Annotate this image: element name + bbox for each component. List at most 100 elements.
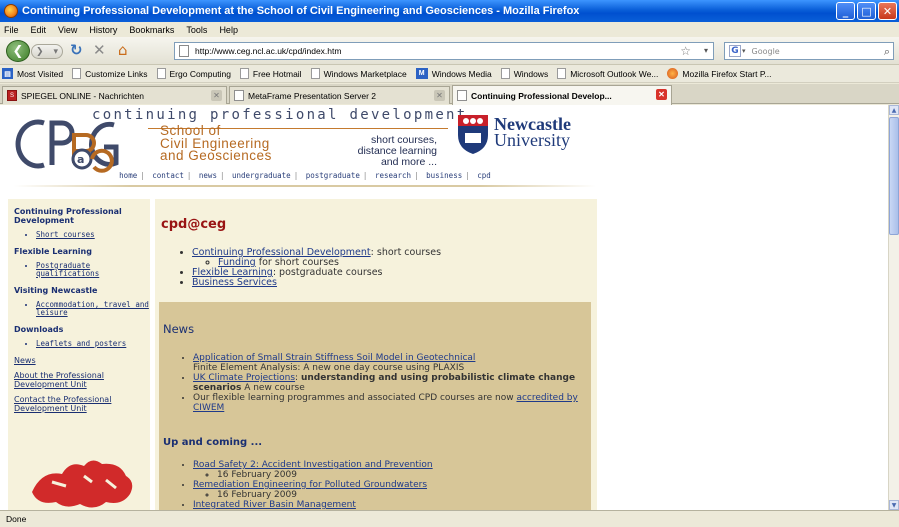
sidebar-link-news[interactable]: News: [14, 356, 150, 365]
search-engine-dropdown-icon[interactable]: ▾: [742, 47, 746, 55]
school-line: and Geosciences: [160, 148, 272, 163]
sidebar-item-short-courses[interactable]: Short courses: [36, 231, 150, 239]
news-link-climate[interactable]: UK Climate Projections: [193, 373, 295, 383]
bookmarks-toolbar: ▤ Most Visited Customize Links Ergo Compu…: [0, 65, 899, 83]
menu-edit[interactable]: Edit: [31, 25, 47, 35]
search-icon[interactable]: ⌕: [884, 45, 890, 59]
menu-bar: File Edit View History Bookmarks Tools H…: [0, 22, 899, 37]
upcoming-link-road-safety[interactable]: Road Safety 2: Accident Investigation an…: [193, 460, 433, 470]
link-business-services[interactable]: Business Services: [192, 277, 277, 288]
nav-business[interactable]: business: [426, 171, 462, 180]
sidebar-link-contact[interactable]: Contact the Professional Development Uni…: [14, 395, 150, 413]
sidebar-heading-visiting[interactable]: Visiting Newcastle: [14, 286, 150, 295]
scrollbar-thumb[interactable]: [889, 117, 899, 235]
bookmark-star-icon[interactable]: ☆: [680, 44, 691, 58]
university-shield-icon: [458, 115, 488, 154]
sidebar-heading-cpd[interactable]: Continuing Professional Development: [14, 207, 150, 225]
reload-icon[interactable]: ↻: [70, 43, 83, 58]
upcoming-list: Road Safety 2: Accident Investigation an…: [179, 460, 589, 510]
bookmark-free-hotmail[interactable]: Free Hotmail: [239, 68, 302, 79]
menu-file[interactable]: File: [4, 25, 19, 35]
vertical-scrollbar[interactable]: ▲ ▼: [888, 105, 899, 510]
menu-view[interactable]: View: [58, 25, 77, 35]
address-bar[interactable]: http://www.ceg.ncl.ac.uk/cpd/index.htm ☆…: [174, 42, 714, 60]
forward-button[interactable]: ❯ ▾: [31, 44, 63, 59]
news-heading: News: [163, 322, 195, 336]
bookmark-ergo-computing[interactable]: Ergo Computing: [156, 68, 231, 79]
scroll-up-icon[interactable]: ▲: [889, 105, 899, 115]
maximize-button[interactable]: □: [857, 2, 876, 20]
page-icon: [500, 68, 510, 79]
upcoming-link-river-basin[interactable]: Integrated River Basin Management: [193, 500, 356, 510]
sidebar-heading-downloads[interactable]: Downloads: [14, 325, 150, 334]
header-subtagline: short courses, distance learning and mor…: [322, 135, 437, 168]
tab-metaframe[interactable]: MetaFrame Presentation Server 2 ✕: [229, 86, 450, 104]
nav-postgraduate[interactable]: postgraduate: [306, 171, 360, 180]
page-icon: [557, 68, 567, 79]
nav-news[interactable]: news: [199, 171, 217, 180]
newcastle-university-logo[interactable]: Newcastle University: [456, 113, 596, 163]
sidebar: Continuing Professional Development Shor…: [8, 199, 150, 510]
menu-history[interactable]: History: [89, 25, 117, 35]
nav-undergraduate[interactable]: undergraduate: [232, 171, 291, 180]
bookmark-firefox-start[interactable]: Mozilla Firefox Start P...: [667, 68, 772, 79]
nav-home[interactable]: home: [119, 171, 137, 180]
close-button[interactable]: ✕: [878, 2, 897, 20]
tab-close-icon[interactable]: ✕: [434, 90, 445, 101]
page-title: cpd@ceg: [161, 217, 227, 232]
bookmark-windows-marketplace[interactable]: Windows Marketplace: [310, 68, 407, 79]
bookmark-label: Windows Media: [431, 68, 492, 79]
news-link-plaxis[interactable]: Application of Small Strain Stiffness So…: [193, 353, 475, 363]
bookmark-outlook[interactable]: Microsoft Outlook We...: [557, 68, 658, 79]
bookmark-label: Windows: [513, 68, 549, 79]
sidebar-heading-flexible-learning[interactable]: Flexible Learning: [14, 247, 150, 256]
nav-research[interactable]: research: [375, 171, 411, 180]
scroll-down-icon[interactable]: ▼: [889, 500, 899, 510]
tab-label: SPIEGEL ONLINE - Nachrichten: [21, 90, 144, 101]
news-item-text: Finite Element Analysis: A new one day c…: [193, 363, 465, 373]
google-icon[interactable]: G: [729, 45, 741, 57]
tab-cpd[interactable]: Continuing Professional Develop... ✕: [452, 85, 672, 105]
history-dropdown-icon[interactable]: ▾: [53, 47, 58, 57]
menu-bookmarks[interactable]: Bookmarks: [129, 25, 174, 35]
bookmark-windows[interactable]: Windows: [500, 68, 549, 79]
bookmark-label: Mozilla Firefox Start P...: [682, 68, 772, 79]
url-dropdown-icon[interactable]: ▾: [704, 46, 708, 55]
tab-spiegel[interactable]: S SPIEGEL ONLINE - Nachrichten ✕: [2, 86, 227, 104]
bookmark-customize-links[interactable]: Customize Links: [72, 68, 148, 79]
subtagline-line: and more ...: [380, 156, 437, 168]
sidebar-item-leaflets[interactable]: Leaflets and posters: [36, 340, 150, 348]
nav-cpd[interactable]: cpd: [477, 171, 491, 180]
sidebar-item-accommodation[interactable]: Accommodation, travel and leisure: [36, 301, 150, 317]
upcoming-date: 16 February 2009: [217, 470, 589, 480]
search-input[interactable]: Google: [752, 47, 780, 56]
home-icon[interactable]: ⌂: [118, 43, 128, 58]
bookmark-most-visited[interactable]: ▤ Most Visited: [2, 68, 63, 79]
page-icon: [179, 45, 189, 57]
upcoming-item: Integrated River Basin Management: [193, 500, 589, 510]
window-title: Continuing Professional Development at t…: [22, 5, 580, 17]
list-item-text: : short courses: [370, 247, 442, 258]
page-icon: [239, 68, 249, 79]
sidebar-link-about[interactable]: About the Professional Development Unit: [14, 371, 150, 389]
stop-icon[interactable]: ✕: [93, 43, 106, 58]
menu-tools[interactable]: Tools: [186, 25, 207, 35]
university-name: Newcastle University: [494, 115, 571, 149]
sidebar-item-postgraduate[interactable]: Postgraduate qualifications: [36, 262, 150, 278]
back-button[interactable]: ❮: [6, 40, 30, 62]
search-bar[interactable]: G ▾ Google ⌕: [724, 42, 894, 60]
minimize-button[interactable]: _: [836, 2, 855, 20]
url-text[interactable]: http://www.ceg.ncl.ac.uk/cpd/index.htm: [195, 46, 341, 56]
tab-close-icon[interactable]: ✕: [656, 89, 667, 100]
news-box: News Application of Small Strain Stiffne…: [159, 302, 591, 510]
nav-contact[interactable]: contact: [152, 171, 184, 180]
upcoming-link-remediation[interactable]: Remediation Engineering for Polluted Gro…: [193, 480, 427, 490]
menu-help[interactable]: Help: [219, 25, 238, 35]
lion-emblem-icon: [32, 460, 133, 508]
bookmark-windows-media[interactable]: M Windows Media: [415, 68, 492, 79]
upcoming-item: Road Safety 2: Accident Investigation an…: [193, 460, 589, 480]
page-icon: [72, 68, 82, 79]
tab-close-icon[interactable]: ✕: [211, 90, 222, 101]
firefox-icon: [667, 68, 679, 79]
site-navigation: home | contact | news | undergraduate | post…: [119, 171, 491, 180]
